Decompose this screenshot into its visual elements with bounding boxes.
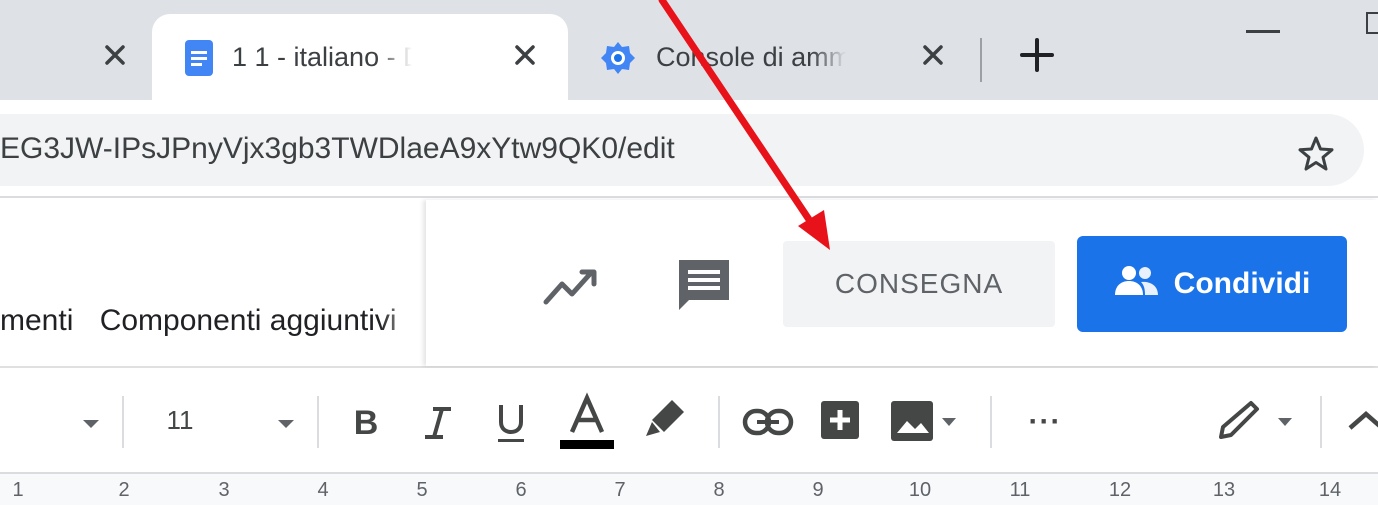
close-icon[interactable] bbox=[510, 40, 540, 70]
more-icon[interactable]: ··· bbox=[1010, 398, 1080, 446]
font-size-dropdown-icon[interactable] bbox=[273, 404, 299, 444]
share-button[interactable]: Condividi bbox=[1077, 236, 1347, 332]
plus-icon[interactable] bbox=[1012, 30, 1062, 80]
link-icon[interactable] bbox=[740, 404, 796, 440]
ruler-number: 4 bbox=[317, 479, 329, 501]
ruler-number: 1 bbox=[12, 479, 24, 501]
menu-item-componenti-aggiuntivi[interactable]: Componenti aggiuntivi bbox=[100, 304, 397, 337]
underline-icon[interactable] bbox=[490, 396, 532, 450]
italic-icon[interactable] bbox=[418, 398, 458, 448]
browser-toolbar: EG3JW-IPsJPnyVjx3gb3TWDlaeA9xYtw9QK0/edi… bbox=[0, 100, 1378, 198]
share-label: Condividi bbox=[1173, 267, 1311, 300]
ruler: 1 2 3 4 5 6 7 8 9 10 11 12 13 14 bbox=[0, 474, 1378, 505]
ruler-number: 12 bbox=[1108, 479, 1132, 501]
maximize-icon[interactable] bbox=[1366, 12, 1378, 34]
ruler-number: 8 bbox=[713, 479, 725, 501]
consegna-button[interactable]: CONSEGNA bbox=[783, 241, 1055, 327]
image-dropdown-icon[interactable] bbox=[936, 404, 962, 440]
ruler-number: 3 bbox=[218, 479, 230, 501]
menu-bar: menti Componenti aggiuntivi bbox=[0, 304, 415, 338]
toolbar-separator bbox=[718, 396, 720, 448]
ruler-number: 7 bbox=[614, 479, 626, 501]
collapse-chevron-icon[interactable] bbox=[1344, 400, 1378, 440]
star-icon[interactable] bbox=[1296, 134, 1336, 179]
ruler-number: 13 bbox=[1212, 479, 1236, 501]
ruler-number: 6 bbox=[515, 479, 527, 501]
tab-docs-active[interactable]: 1 1 - italiano - Documenti Google bbox=[152, 14, 568, 100]
ruler-number: 2 bbox=[118, 479, 130, 501]
activity-dashboard-icon[interactable] bbox=[540, 262, 602, 314]
menu-fade bbox=[380, 200, 426, 366]
address-bar[interactable]: EG3JW-IPsJPnyVjx3gb3TWDlaeA9xYtw9QK0/edi… bbox=[0, 114, 1364, 186]
ruler-number: 11 bbox=[1009, 479, 1031, 501]
insert-image-icon[interactable] bbox=[888, 398, 936, 444]
toolbar-separator bbox=[1320, 396, 1322, 448]
ruler-number: 5 bbox=[416, 479, 428, 501]
docs-icon bbox=[185, 40, 213, 76]
menu-item-documenti[interactable]: menti bbox=[0, 304, 73, 337]
url-text: EG3JW-IPsJPnyVjx3gb3TWDlaeA9xYtw9QK0/edi… bbox=[0, 132, 675, 165]
insert-comment-icon[interactable] bbox=[818, 398, 862, 442]
font-dropdown-icon[interactable] bbox=[78, 404, 104, 444]
ruler-number: 14 bbox=[1318, 479, 1342, 501]
tab-admin-console[interactable]: Console di amministrazione bbox=[580, 14, 980, 100]
browser-tab-strip: 1 1 - italiano - Documenti Google Consol… bbox=[0, 0, 1378, 100]
tab-previous[interactable] bbox=[0, 14, 150, 100]
comment-icon[interactable] bbox=[675, 256, 733, 314]
toolbar-separator bbox=[990, 396, 992, 448]
editing-mode-dropdown-icon[interactable] bbox=[1272, 404, 1298, 440]
toolbar-separator bbox=[317, 396, 319, 448]
close-icon[interactable] bbox=[918, 40, 948, 70]
editing-mode-icon[interactable] bbox=[1212, 394, 1264, 446]
tab-title: Console di amministrazione bbox=[656, 42, 846, 72]
admin-console-icon bbox=[598, 38, 638, 78]
close-icon[interactable] bbox=[100, 40, 130, 70]
ruler-number: 9 bbox=[812, 479, 824, 501]
minimize-icon[interactable] bbox=[1246, 30, 1280, 33]
bold-icon[interactable]: B bbox=[344, 398, 388, 448]
toolbar-separator bbox=[122, 396, 124, 448]
people-icon bbox=[1114, 263, 1160, 305]
ruler-number: 10 bbox=[908, 479, 932, 501]
text-color-icon[interactable] bbox=[556, 392, 618, 454]
tab-title: 1 1 - italiano - Documenti Google bbox=[232, 42, 412, 72]
highlight-icon[interactable] bbox=[642, 396, 688, 442]
tab-separator bbox=[980, 38, 982, 82]
font-size-value[interactable]: 11 bbox=[150, 400, 210, 440]
